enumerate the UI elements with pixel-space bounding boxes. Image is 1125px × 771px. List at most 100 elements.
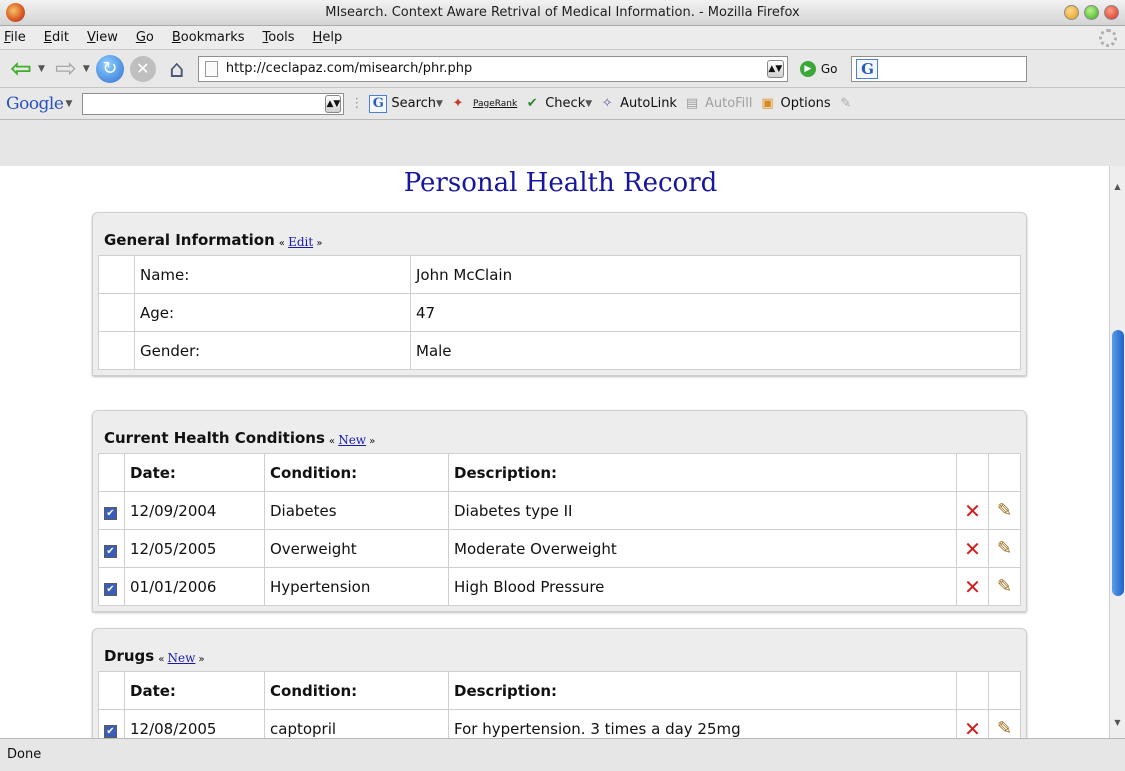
forward-button[interactable]: ⇨ <box>51 54 81 84</box>
new-drug-link[interactable]: New <box>168 651 196 665</box>
google-logo[interactable]: Google <box>6 94 64 114</box>
new-condition-link[interactable]: New <box>338 433 366 447</box>
table-row: ✔ 01/01/2006 Hypertension High Blood Pre… <box>98 567 1021 606</box>
drugs-table: Date: Condition: Description: ✔ 12/08/20… <box>98 671 1021 738</box>
go-arrow-icon: ▶ <box>799 60 816 77</box>
column-header-description: Description: <box>448 453 957 492</box>
table-row: ✔ 12/05/2005 Overweight Moderate Overwei… <box>98 529 1021 568</box>
column-header-condition: Condition: <box>264 671 449 710</box>
check-dropdown[interactable]: ▼ <box>585 99 592 109</box>
menu-help[interactable]: Help <box>313 30 343 45</box>
google-toolbar: Google ▼ ▲▼ ⋮ G Search ▼ ✦ PageRank ✔ Ch… <box>0 88 1125 120</box>
row-checkbox[interactable]: ✔ <box>104 506 117 520</box>
pencil-icon[interactable]: ✎ <box>988 491 1021 530</box>
condition-cell: Diabetes <box>264 491 449 530</box>
row-checkbox[interactable]: ✔ <box>104 582 117 596</box>
spell-check-button[interactable]: ✔ Check ▼ <box>523 95 592 113</box>
window-title: MIsearch. Context Aware Retrival of Medi… <box>325 5 800 20</box>
search-field[interactable]: G <box>851 55 1028 82</box>
highlighter-icon[interactable]: ✎ <box>837 95 855 113</box>
table-row: ✔ 12/09/2004 Diabetes Diabetes type II ✕… <box>98 491 1021 530</box>
table-row: Name: John McClain <box>98 255 1021 294</box>
url-history-dropdown[interactable]: ▲▼ <box>766 59 784 78</box>
options-button[interactable]: ▣ Options <box>759 95 830 113</box>
table-header-row: Date: Condition: Description: <box>98 671 1021 710</box>
search-dropdown[interactable]: ▼ <box>436 99 443 109</box>
magic-wand-icon: ✧ <box>601 96 613 111</box>
health-conditions-table: Date: Condition: Description: ✔ 12/09/20… <box>98 453 1021 606</box>
row-checkbox[interactable]: ✔ <box>104 724 117 738</box>
menu-tools[interactable]: Tools <box>263 30 295 45</box>
delete-icon[interactable]: ✕ <box>956 491 989 530</box>
panel-title: Current Health Conditions <box>104 429 325 447</box>
menu-view[interactable]: View <box>87 30 118 45</box>
scrollbar-thumb[interactable] <box>1112 330 1124 596</box>
scroll-up-arrow-icon[interactable]: ▲ <box>1110 178 1125 196</box>
google-search-button[interactable]: G Search ▼ <box>369 94 443 113</box>
google-search-dropdown[interactable]: ▲▼ <box>325 94 342 113</box>
menu-go[interactable]: Go <box>136 30 154 45</box>
menu-edit[interactable]: Edit <box>44 30 69 45</box>
autolink-button[interactable]: ✧ AutoLink <box>598 95 677 113</box>
autofill-icon: ▤ <box>685 96 699 111</box>
column-header-date: Date: <box>124 671 265 710</box>
panel-header: Current Health Conditions « New » <box>104 429 376 447</box>
row-checkbox[interactable]: ✔ <box>104 544 117 558</box>
go-button[interactable]: ▶ Go <box>799 60 837 77</box>
news-icon: ✦ <box>452 96 464 111</box>
column-header-description: Description: <box>448 671 957 710</box>
minimize-button[interactable] <box>1064 5 1079 20</box>
status-text: Done <box>7 747 42 762</box>
pencil-icon[interactable]: ✎ <box>988 567 1021 606</box>
menu-bar: File Edit View Go Bookmarks Tools Help <box>0 26 1125 50</box>
pencil-icon[interactable]: ✎ <box>988 709 1021 738</box>
description-cell: Diabetes type II <box>448 491 957 530</box>
delete-icon[interactable]: ✕ <box>956 567 989 606</box>
column-header-date: Date: <box>124 453 265 492</box>
date-cell: 12/05/2005 <box>124 529 265 568</box>
forward-history-dropdown[interactable]: ▼ <box>83 64 90 74</box>
title-bar: MIsearch. Context Aware Retrival of Medi… <box>0 0 1125 26</box>
description-cell: For hypertension. 3 times a day 25mg <box>448 709 957 738</box>
delete-icon[interactable]: ✕ <box>956 529 989 568</box>
url-text[interactable]: http://ceclapaz.com/misearch/phr.php <box>226 61 472 76</box>
description-cell: High Blood Pressure <box>448 567 957 606</box>
drugs-panel: Drugs « New » Date: Condition: Descripti… <box>92 628 1027 738</box>
menu-file[interactable]: File <box>4 30 26 45</box>
edit-link[interactable]: Edit <box>288 235 313 249</box>
scroll-down-arrow-icon[interactable]: ▼ <box>1110 714 1125 732</box>
page-content: Personal Health Record General Informati… <box>0 166 1109 738</box>
field-value: 47 <box>410 293 1021 332</box>
back-history-dropdown[interactable]: ▼ <box>38 64 45 74</box>
close-button[interactable] <box>1104 5 1119 20</box>
health-conditions-panel: Current Health Conditions « New » Date: … <box>92 410 1027 612</box>
menu-bookmarks[interactable]: Bookmarks <box>172 30 245 45</box>
panel-header: Drugs « New » <box>104 647 205 665</box>
google-menu-dropdown[interactable]: ▼ <box>65 99 72 109</box>
options-icon: ▣ <box>761 96 774 111</box>
autofill-button[interactable]: ▤ AutoFill <box>683 95 753 113</box>
reload-icon[interactable]: ↻ <box>95 54 124 83</box>
spellcheck-icon: ✔ <box>526 96 538 111</box>
address-bar[interactable]: http://ceclapaz.com/misearch/phr.php ▲▼ <box>197 55 788 82</box>
window-controls <box>1064 5 1119 20</box>
back-button[interactable]: ⇦ <box>6 54 36 84</box>
home-icon[interactable]: ⌂ <box>162 54 192 84</box>
news-icon-button[interactable]: ✦ <box>449 95 467 113</box>
pagerank-indicator[interactable]: PageRank <box>473 99 517 109</box>
condition-cell: captopril <box>264 709 449 738</box>
maximize-button[interactable] <box>1084 5 1099 20</box>
delete-icon[interactable]: ✕ <box>956 709 989 738</box>
pagerank-label: PageRank <box>472 98 518 109</box>
table-header-row: Date: Condition: Description: <box>98 453 1021 492</box>
date-cell: 12/09/2004 <box>124 491 265 530</box>
google-g-icon[interactable]: G <box>856 58 879 79</box>
date-cell: 01/01/2006 <box>124 567 265 606</box>
pencil-icon[interactable]: ✎ <box>988 529 1021 568</box>
page-icon <box>204 60 218 77</box>
condition-cell: Overweight <box>264 529 449 568</box>
condition-cell: Hypertension <box>264 567 449 606</box>
vertical-scrollbar[interactable]: ▲ ▼ <box>1109 166 1125 738</box>
stop-icon[interactable]: ✕ <box>129 55 156 82</box>
google-search-input[interactable]: ▲▼ <box>82 92 345 115</box>
